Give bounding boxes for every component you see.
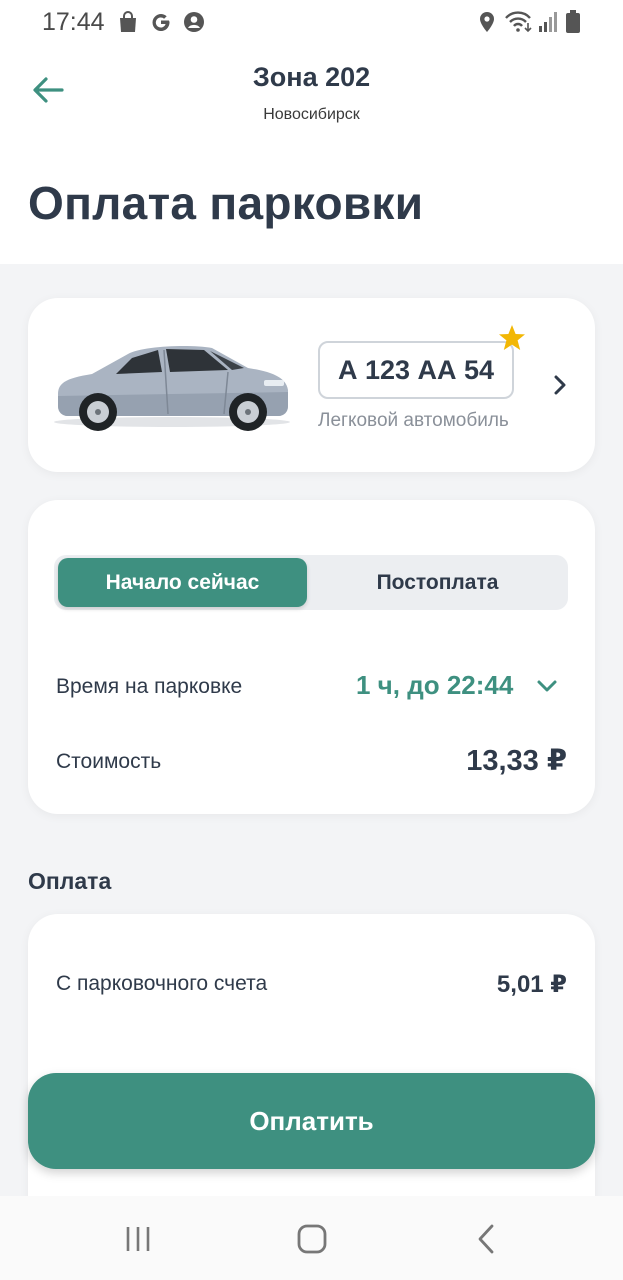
system-nav-bar (0, 1196, 623, 1280)
battery-icon (566, 10, 580, 33)
license-plate: А 123 АА 54 (318, 341, 514, 399)
pay-button[interactable]: Оплатить (28, 1073, 595, 1169)
cost-value: 13,33 ₽ (466, 745, 567, 777)
wifi-icon (505, 11, 532, 33)
cost-label: Стоимость (56, 750, 162, 773)
google-icon (152, 14, 170, 32)
parking-account-label: С парковочного счета (56, 972, 268, 995)
zone-title: Зона 202 (252, 62, 371, 92)
parking-time-card: Начало сейчас Постоплата Время на парков… (28, 500, 595, 814)
chevron-right-icon[interactable] (550, 372, 570, 398)
location-icon (480, 12, 494, 32)
payment-section-title: Оплата (28, 868, 112, 894)
screen: 17:44 Зона 202 Новосибирск Оплата парков… (0, 0, 623, 1280)
vehicle-type: Легковой автомобиль (318, 410, 509, 431)
parking-time-label: Время на парковке (56, 675, 243, 698)
vehicle-card[interactable]: А 123 АА 54 Легковой автомобиль (28, 298, 595, 472)
page-title: Оплата парковки (28, 177, 424, 229)
recent-apps-icon[interactable] (120, 1222, 156, 1256)
car-icon (54, 346, 290, 431)
star-icon (499, 325, 525, 350)
header: Зона 202 Новосибирск (0, 44, 623, 144)
chevron-down-icon[interactable] (536, 678, 558, 694)
shopping-bag-icon (120, 11, 136, 32)
tab-postpay[interactable]: Постоплата (311, 558, 564, 607)
status-bar: 17:44 (0, 0, 623, 44)
home-icon[interactable] (294, 1222, 330, 1256)
parking-time-value[interactable]: 1 ч, до 22:44 (356, 670, 513, 701)
city-subtitle: Новосибирск (263, 106, 360, 123)
tab-start-now[interactable]: Начало сейчас (58, 558, 307, 607)
status-time: 17:44 (42, 8, 105, 36)
parking-account-balance: 5,01 ₽ (496, 971, 567, 998)
signal-icon (539, 12, 557, 32)
payment-mode-switch: Начало сейчас Постоплата (54, 555, 568, 610)
account-icon (184, 12, 204, 32)
back-icon[interactable] (468, 1222, 504, 1256)
